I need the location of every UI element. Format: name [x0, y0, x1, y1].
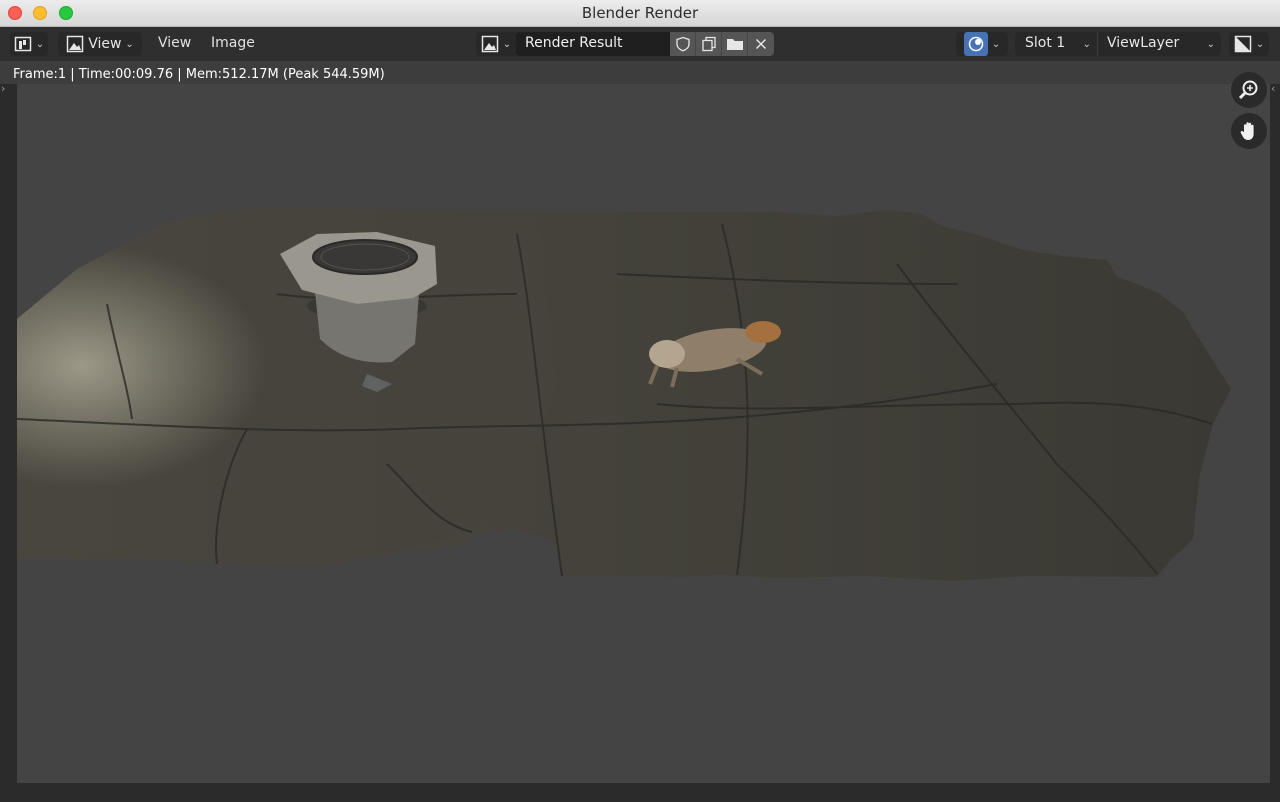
- chevron-down-icon: ⌄: [125, 38, 134, 50]
- chevron-down-icon: ⌄: [1082, 39, 1091, 50]
- left-region-edge: [0, 84, 17, 802]
- chevron-down-icon: ⌄: [1255, 38, 1265, 50]
- open-folder-icon[interactable]: [722, 32, 748, 56]
- view-mode-label: View: [88, 36, 122, 52]
- image-action-buttons: [670, 32, 774, 56]
- chevron-down-icon: ⌄: [991, 38, 1001, 50]
- image-editor-header: ⌄ View ⌄ View Image ⌄ Render Result ⌄ Sl…: [0, 27, 1280, 61]
- pan-hand-icon[interactable]: [1231, 113, 1267, 149]
- window-title: Blender Render: [581, 4, 699, 22]
- view-mode-dropdown[interactable]: View ⌄: [58, 32, 142, 56]
- right-region-edge: [1270, 84, 1280, 802]
- blender-window: Blender Render ⌄ View ⌄ View Image ⌄ Ren…: [0, 0, 1280, 802]
- sidebar-expand-arrow-icon[interactable]: ‹: [1271, 82, 1275, 95]
- toolbar-expand-arrow-icon[interactable]: ›: [1, 82, 5, 95]
- menu-view[interactable]: View: [158, 35, 191, 51]
- new-image-icon[interactable]: [696, 32, 722, 56]
- image-view-icon: [66, 35, 84, 53]
- image-editor-icon: [14, 35, 32, 53]
- render-result-canvas[interactable]: [16, 84, 1270, 783]
- overlay-toggle[interactable]: ⌄: [956, 32, 1008, 56]
- close-icon[interactable]: [748, 32, 774, 56]
- image-name-field[interactable]: Render Result: [516, 32, 670, 56]
- title-bar: Blender Render: [0, 0, 1280, 27]
- fake-user-shield-icon[interactable]: [670, 32, 696, 56]
- view-layer-dropdown[interactable]: ViewLayer ⌄: [1097, 32, 1221, 56]
- render-status-text: Frame:1 | Time:00:09.76 | Mem:512.17M (P…: [13, 67, 385, 82]
- image-browse-icon: [481, 35, 499, 53]
- overlay-icon: [963, 32, 988, 56]
- slot-label: Slot 1: [1025, 35, 1066, 51]
- zoom-icon[interactable]: [1231, 72, 1267, 108]
- image-browse-button[interactable]: ⌄: [476, 32, 516, 56]
- menu-image[interactable]: Image: [211, 35, 255, 51]
- editor-type-button[interactable]: ⌄: [10, 32, 48, 56]
- bottom-region-edge: [0, 783, 1280, 802]
- slot-dropdown[interactable]: Slot 1 ⌄: [1015, 32, 1097, 56]
- display-channels-button[interactable]: ⌄: [1229, 32, 1269, 56]
- chevron-down-icon: ⌄: [502, 38, 512, 50]
- display-channels-icon: [1234, 35, 1252, 53]
- chevron-down-icon: ⌄: [1206, 39, 1215, 50]
- chevron-down-icon: ⌄: [35, 38, 45, 50]
- render-image: [16, 208, 1231, 581]
- view-layer-label: ViewLayer: [1107, 35, 1180, 51]
